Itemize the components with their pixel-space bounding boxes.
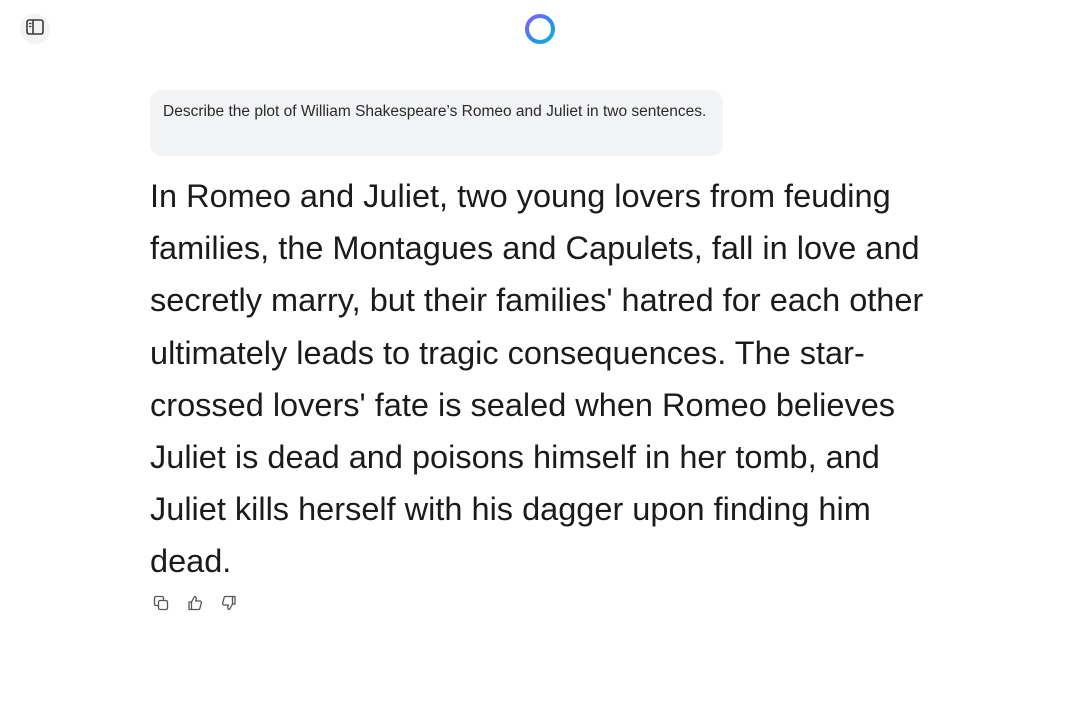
thumbs-up-button[interactable] [184, 594, 206, 616]
copy-icon [152, 594, 170, 617]
sidebar-panel-icon [26, 18, 44, 40]
sidebar-toggle-button[interactable] [20, 14, 50, 44]
assistant-response-text: In Romeo and Juliet, two young lovers fr… [150, 178, 924, 580]
thumbs-down-icon [220, 594, 238, 617]
thumbs-up-icon [186, 594, 204, 617]
user-message-text: Describe the plot of William Shakespeare… [163, 103, 707, 120]
assistant-logo-icon [522, 11, 558, 47]
response-actions [150, 594, 252, 616]
copy-button[interactable] [150, 594, 172, 616]
user-message-bubble: Describe the plot of William Shakespeare… [150, 90, 723, 156]
thumbs-down-button[interactable] [218, 594, 240, 616]
